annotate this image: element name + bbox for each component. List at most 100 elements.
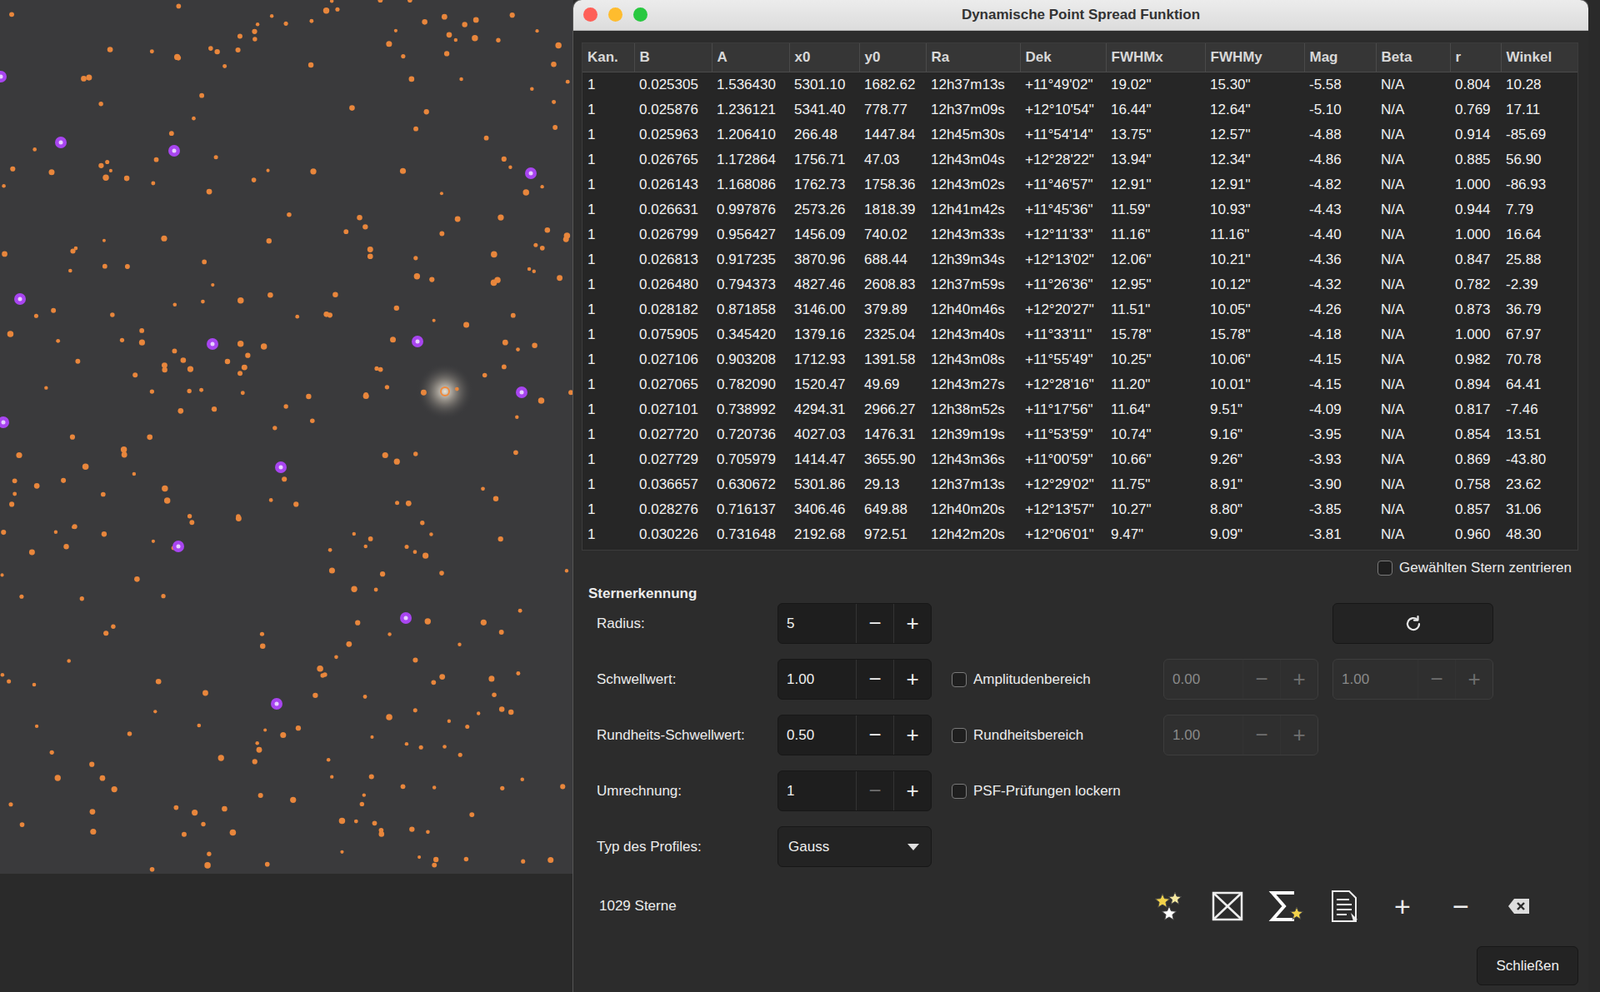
clear-all-button[interactable] <box>1499 886 1540 927</box>
export-button[interactable] <box>1324 886 1365 927</box>
option-checkbox[interactable]: Amplitudenbereich <box>931 671 1164 689</box>
zoom-window-icon[interactable] <box>633 7 648 22</box>
clear-selection-button[interactable] <box>1207 886 1248 927</box>
range-spin-button[interactable]: 0.00−+ <box>1163 659 1319 700</box>
table-row[interactable]: 10.0277290.7059791414.473655.9012h43m36s… <box>582 447 1579 473</box>
minimize-window-icon[interactable] <box>608 7 623 22</box>
table-row[interactable]: 10.0281820.8718583146.00379.8912h40m46s+… <box>582 297 1579 323</box>
spin-value[interactable]: 1 <box>778 771 856 811</box>
column-header[interactable]: Beta <box>1375 43 1450 73</box>
column-header[interactable]: Dek <box>1020 43 1106 73</box>
spin-value[interactable]: 1.00 <box>1333 660 1418 700</box>
astro-image[interactable] <box>0 0 574 875</box>
table-row[interactable]: 10.0366570.6306725301.8629.1312h37m13s+1… <box>582 472 1579 498</box>
table-cell: 1.172864 <box>711 147 790 173</box>
column-header[interactable]: FWHMx <box>1105 43 1205 73</box>
decrement-button[interactable]: − <box>855 771 894 811</box>
dropdown-value: Gauss <box>788 839 830 856</box>
table-cell: -3.90 <box>1304 472 1376 498</box>
option-checkbox[interactable]: PSF-Prüfungen lockern <box>931 783 1164 800</box>
profile-dropdown[interactable]: Gauss <box>777 826 932 868</box>
table-row[interactable]: 10.0267990.9564271456.09740.0212h43m33s+… <box>582 222 1579 248</box>
table-row[interactable]: 10.0268130.9172353870.96688.4412h39m34s+… <box>582 247 1579 273</box>
column-header[interactable]: r <box>1450 43 1501 73</box>
add-star-button[interactable]: + <box>1382 886 1423 927</box>
table-row[interactable]: 10.0302260.7316482192.68972.5112h42m20s+… <box>582 522 1579 548</box>
increment-button[interactable]: + <box>1455 660 1493 700</box>
spin-button[interactable]: 0.50−+ <box>777 715 932 756</box>
decrement-button[interactable]: − <box>855 715 894 755</box>
table-row[interactable]: 10.0267651.1728641756.7147.0312h43m04s+1… <box>582 147 1579 173</box>
decrement-button[interactable]: − <box>1242 660 1280 700</box>
find-stars-button[interactable] <box>1149 886 1190 927</box>
table-row[interactable]: 10.0253051.5364305301.101682.6212h37m13s… <box>582 72 1579 99</box>
table-row[interactable]: 10.0266310.9978762573.261818.3912h41m42s… <box>582 197 1579 223</box>
table-row[interactable]: 10.0282760.7161373406.46649.8812h40m20s+… <box>582 497 1579 523</box>
range-spin-button[interactable]: 1.00−+ <box>1163 715 1319 756</box>
table-cell: 23.62 <box>1500 472 1579 498</box>
column-header[interactable]: A <box>711 43 790 73</box>
column-header[interactable]: Kan. <box>582 43 635 73</box>
spin-button[interactable]: 1−+ <box>777 770 932 812</box>
spin-value[interactable]: 0.00 <box>1164 660 1243 700</box>
range-spin-button[interactable]: 1.00−+ <box>1332 659 1494 700</box>
refresh-button[interactable] <box>1332 603 1494 645</box>
center-star-checkbox[interactable]: Gewählten Stern zentrieren <box>1377 560 1572 577</box>
table-cell: 12.57" <box>1205 122 1305 148</box>
table-cell: 0.782 <box>1450 272 1501 298</box>
increment-button[interactable]: + <box>1280 715 1318 755</box>
table-row[interactable]: 10.0261431.1680861762.731758.3612h43m02s… <box>582 172 1579 198</box>
column-header[interactable]: Winkel <box>1500 43 1579 73</box>
spin-value[interactable]: 1.00 <box>1164 715 1243 755</box>
column-header[interactable]: Ra <box>925 43 1020 73</box>
spin-button[interactable]: 5−+ <box>777 603 932 645</box>
table-cell: +12°13'02" <box>1020 247 1106 273</box>
decrement-button[interactable]: − <box>855 660 894 700</box>
checkbox-box[interactable] <box>951 784 967 800</box>
decrement-button[interactable]: − <box>1242 715 1280 755</box>
increment-button[interactable]: + <box>893 604 931 644</box>
column-header[interactable]: y0 <box>859 43 926 73</box>
increment-button[interactable]: + <box>1280 660 1318 700</box>
checkbox-box[interactable] <box>951 672 967 688</box>
table-cell: 0.036657 <box>634 472 712 498</box>
column-header[interactable]: B <box>634 43 712 73</box>
close-button[interactable]: Schließen <box>1476 946 1579 986</box>
table-row[interactable]: 10.0271060.9032081712.931391.5812h43m08s… <box>582 347 1579 373</box>
checkbox-box[interactable] <box>951 728 967 744</box>
increment-button[interactable]: + <box>893 660 931 700</box>
spin-value[interactable]: 1.00 <box>778 660 856 700</box>
table-cell: 0.804 <box>1450 72 1501 99</box>
table-row[interactable]: 10.0759050.3454201379.162325.0412h43m40s… <box>582 322 1579 348</box>
option-checkbox[interactable]: Rundheitsbereich <box>931 727 1164 745</box>
spin-value[interactable]: 5 <box>778 604 856 644</box>
column-header[interactable]: Mag <box>1304 43 1376 73</box>
table-cell: 12.06" <box>1105 247 1205 273</box>
remove-star-button[interactable]: − <box>1440 886 1481 927</box>
spin-button[interactable]: 1.00−+ <box>777 659 932 700</box>
table-cell: 0.758 <box>1450 472 1501 498</box>
spin-value[interactable]: 0.50 <box>778 715 856 755</box>
column-header[interactable]: x0 <box>789 43 860 73</box>
decrement-button[interactable]: − <box>1417 660 1455 700</box>
table-row[interactable]: 10.0271010.7389924294.312966.2712h38m52s… <box>582 397 1579 423</box>
decrement-button[interactable]: − <box>855 604 894 644</box>
table-row[interactable]: 10.0259631.206410266.481447.8412h45m30s+… <box>582 122 1579 148</box>
average-psf-button[interactable] <box>1265 886 1306 927</box>
title-bar[interactable]: Dynamische Point Spread Funktion <box>573 0 1589 31</box>
table-cell: N/A <box>1375 347 1450 373</box>
close-window-icon[interactable] <box>583 7 598 22</box>
table-cell: N/A <box>1375 522 1450 548</box>
table-cell: 11.16" <box>1105 222 1205 248</box>
checkbox-box[interactable] <box>1377 560 1393 576</box>
table-row[interactable]: 10.0258761.2361215341.40778.7712h37m09s+… <box>582 97 1579 123</box>
increment-button[interactable]: + <box>893 715 931 755</box>
table-row[interactable]: 10.0277200.7207364027.031476.3112h39m19s… <box>582 422 1579 448</box>
table-row[interactable]: 10.0270650.7820901520.4749.6912h43m27s+1… <box>582 372 1579 398</box>
table-cell: 10.28 <box>1500 72 1579 99</box>
increment-button[interactable]: + <box>893 771 931 811</box>
table-cell: 1 <box>582 372 635 398</box>
table-cell: -5.10 <box>1304 97 1376 123</box>
table-row[interactable]: 10.0264800.7943734827.462608.8312h37m59s… <box>582 272 1579 298</box>
column-header[interactable]: FWHMy <box>1205 43 1305 73</box>
